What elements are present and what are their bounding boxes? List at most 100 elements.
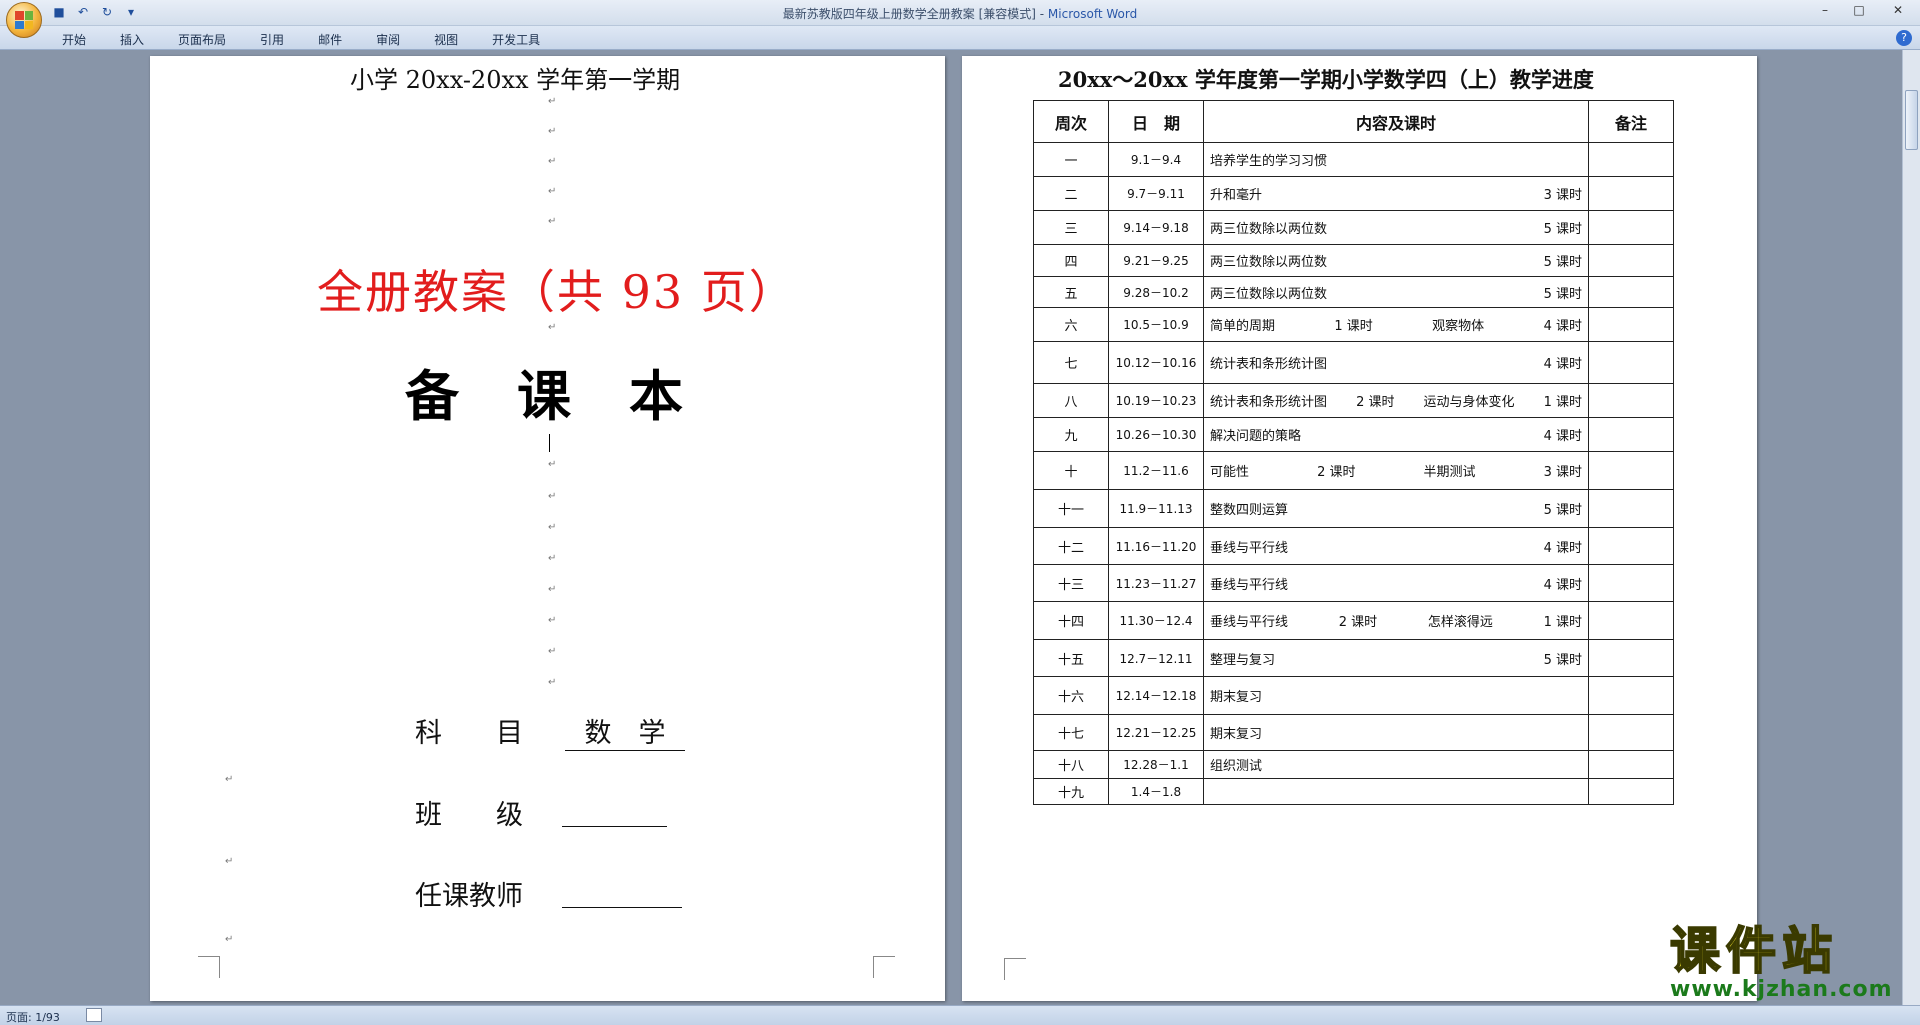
content-part: 组织测试 <box>1210 759 1263 774</box>
note-cell[interactable] <box>1588 601 1674 640</box>
help-icon[interactable]: ? <box>1896 30 1912 46</box>
paragraph-mark-icon: ↵ <box>548 126 557 137</box>
week-cell: 四 <box>1033 244 1109 277</box>
office-button[interactable] <box>6 2 42 38</box>
schedule-title: 20xx～20xx 学年度第一学期小学数学四（上）教学进度 <box>1058 67 1594 92</box>
content-part: 垂线与平行线 <box>1210 540 1289 556</box>
table-row: 二 9.7－9.11 升和毫升 3 课时 <box>1033 176 1674 211</box>
status-bar: 页面: 1/93 <box>0 1005 1920 1025</box>
document-area[interactable]: 小学 20xx-20xx 学年第一学期 全册教案（共 93 页） 备课本 ↵ ↵… <box>0 50 1902 1005</box>
scrollbar-thumb[interactable] <box>1905 90 1918 150</box>
note-cell[interactable] <box>1588 639 1674 677</box>
note-cell[interactable] <box>1588 176 1674 211</box>
content-part: 两三位数除以两位数 <box>1210 286 1328 302</box>
ribbon-tab[interactable]: 开发工具 <box>480 29 552 50</box>
note-cell[interactable] <box>1588 383 1674 418</box>
page-left[interactable]: 小学 20xx-20xx 学年第一学期 全册教案（共 93 页） 备课本 ↵ ↵… <box>150 56 945 1001</box>
date-cell: 11.9－11.13 <box>1108 489 1204 528</box>
content-part: 运动与身体变化 <box>1423 395 1515 410</box>
header-date: 日 期 <box>1108 100 1204 143</box>
content-cell: 解决问题的策略 4 课时 <box>1203 417 1589 452</box>
page-count[interactable]: 页面: 1/93 <box>6 1009 60 1025</box>
content-cell: 培养学生的学习习惯 <box>1203 142 1589 177</box>
date-cell: 12.21－12.25 <box>1108 714 1204 751</box>
date-cell: 9.1－9.4 <box>1108 142 1204 177</box>
red-title: 全册教案（共 93 页） <box>317 265 797 319</box>
content-part: 怎样滚得远 <box>1427 615 1493 630</box>
date-cell: 11.30－12.4 <box>1108 601 1204 640</box>
paragraph-mark-icon: ↵ <box>225 934 234 945</box>
note-cell[interactable] <box>1588 341 1674 384</box>
watermark-text: 课件站 <box>1669 922 1838 980</box>
note-cell[interactable] <box>1588 564 1674 602</box>
date-cell: 9.21－9.25 <box>1108 244 1204 277</box>
ribbon-tab[interactable]: 页面布局 <box>166 29 238 50</box>
note-cell[interactable] <box>1588 142 1674 177</box>
page-right[interactable]: 20xx～20xx 学年度第一学期小学数学四（上）教学进度 周次 日 期 内容及… <box>962 56 1757 1001</box>
paragraph-mark-icon: ↵ <box>548 156 557 167</box>
content-part: 培养学生的学习习惯 <box>1210 154 1328 169</box>
week-cell: 十五 <box>1033 639 1109 677</box>
date-cell: 12.14－12.18 <box>1108 676 1204 715</box>
hours-value: 4 课时 <box>1543 540 1582 556</box>
content-cell: 垂线与平行线 2 课时 怎样滚得远 1 课时 <box>1203 601 1589 640</box>
note-cell[interactable] <box>1588 307 1674 342</box>
table-row: 九 10.26－10.30 解决问题的策略 4 课时 <box>1033 417 1674 452</box>
content-part: 1 课时 <box>1334 319 1373 334</box>
office-logo-icon <box>15 11 33 29</box>
note-cell[interactable] <box>1588 714 1674 751</box>
content-cell: 垂线与平行线 4 课时 <box>1203 564 1589 602</box>
note-cell[interactable] <box>1588 676 1674 715</box>
table-row: 十二 11.16－11.20 垂线与平行线 4 课时 <box>1033 527 1674 565</box>
note-cell[interactable] <box>1588 527 1674 565</box>
note-cell[interactable] <box>1588 489 1674 528</box>
vertical-scrollbar[interactable] <box>1902 50 1920 1005</box>
note-cell[interactable] <box>1588 778 1674 805</box>
close-icon[interactable]: ✕ <box>1876 0 1920 20</box>
content-part: 可能性 <box>1210 465 1250 480</box>
minimize-icon[interactable]: – <box>1808 0 1842 20</box>
content-cell: 统计表和条形统计图 2 课时 运动与身体变化 1 课时 <box>1203 383 1589 418</box>
content-cell: 整理与复习 5 课时 <box>1203 639 1589 677</box>
paragraph-mark-icon: ↵ <box>548 677 557 688</box>
header-note: 备注 <box>1588 100 1674 143</box>
content-cell: 升和毫升 3 课时 <box>1203 176 1589 211</box>
paragraph-mark-icon: ↵ <box>548 96 557 107</box>
content-part: 垂线与平行线 <box>1210 577 1289 593</box>
ribbon-tab[interactable]: 开始 <box>50 29 98 50</box>
date-cell: 10.5－10.9 <box>1108 307 1204 342</box>
book-title: 备课本 <box>405 365 741 428</box>
week-cell: 七 <box>1033 341 1109 384</box>
note-cell[interactable] <box>1588 417 1674 452</box>
note-cell[interactable] <box>1588 244 1674 277</box>
content-cell <box>1203 778 1589 805</box>
ribbon-tab[interactable]: 视图 <box>422 29 470 50</box>
date-cell: 10.12－10.16 <box>1108 341 1204 384</box>
margin-corner-mark <box>873 956 895 978</box>
paragraph-mark-icon: ↵ <box>225 774 234 785</box>
table-row: 十八 12.28－1.1 组织测试 <box>1033 750 1674 779</box>
ribbon-tab[interactable]: 审阅 <box>364 29 412 50</box>
week-cell: 三 <box>1033 210 1109 245</box>
paragraph-mark-icon: ↵ <box>548 553 557 564</box>
note-cell[interactable] <box>1588 210 1674 245</box>
table-row: 十九 1.4－1.8 <box>1033 778 1674 805</box>
note-cell[interactable] <box>1588 750 1674 779</box>
content-part: 两三位数除以两位数 <box>1210 222 1328 237</box>
watermark-url: www.kjzhan.com <box>1670 977 1893 1002</box>
note-cell[interactable] <box>1588 451 1674 490</box>
content-cell: 垂线与平行线 4 课时 <box>1203 527 1589 565</box>
paragraph-mark-icon: ↵ <box>548 186 557 197</box>
paragraph-mark-icon: ↵ <box>548 615 557 626</box>
maximize-icon[interactable]: □ <box>1842 0 1876 20</box>
ribbon-tab[interactable]: 邮件 <box>306 29 354 50</box>
teacher-label: 任课教师 <box>415 881 523 912</box>
table-row: 三 9.14－9.18 两三位数除以两位数 5 课时 <box>1033 210 1674 245</box>
content-part: 期末复习 <box>1210 690 1263 705</box>
ribbon-tab[interactable]: 插入 <box>108 29 156 50</box>
note-cell[interactable] <box>1588 276 1674 308</box>
week-cell: 十二 <box>1033 527 1109 565</box>
hours-value: 5 课时 <box>1543 222 1582 237</box>
proofing-icon[interactable] <box>86 1008 102 1022</box>
ribbon-tab[interactable]: 引用 <box>248 29 296 50</box>
